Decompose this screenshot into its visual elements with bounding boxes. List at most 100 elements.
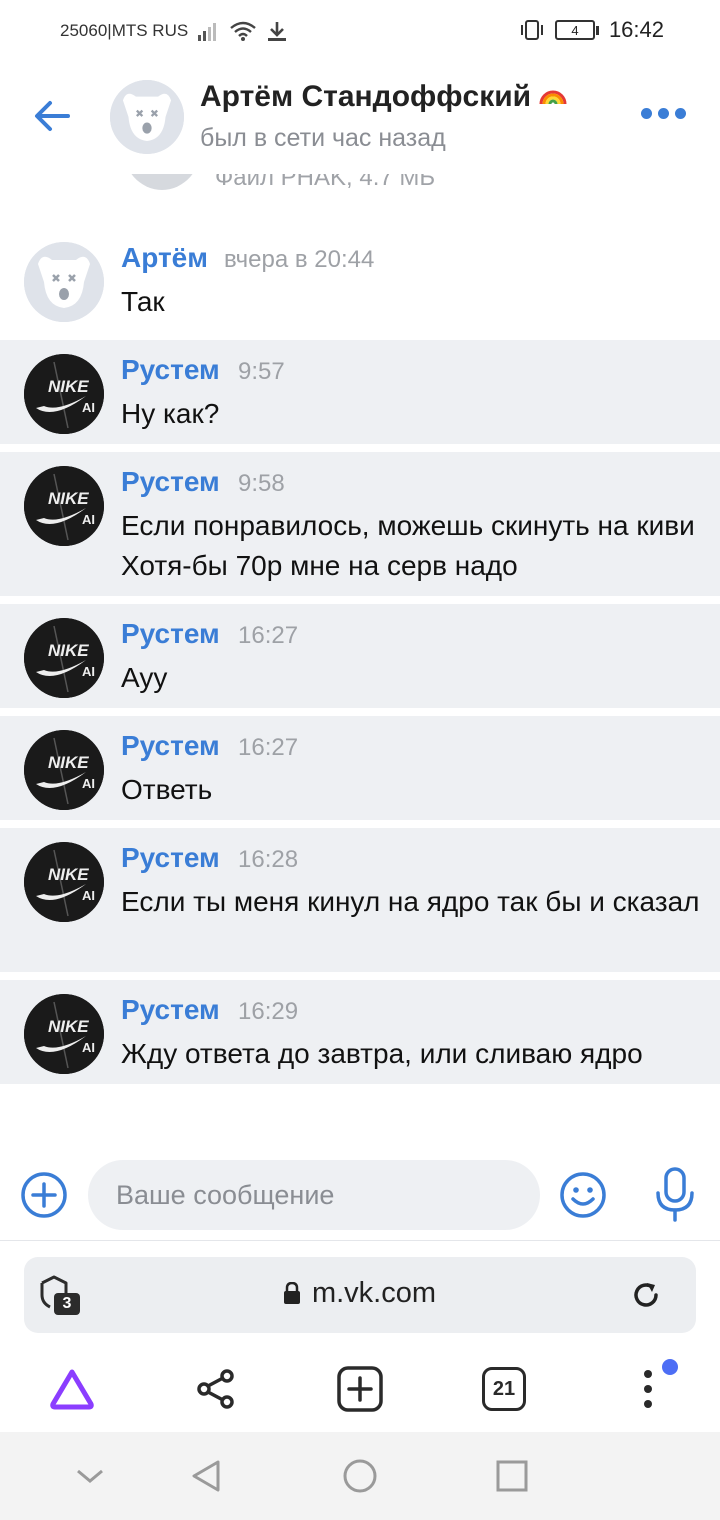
nike-logo-icon: NIKE AI	[24, 730, 104, 810]
chevron-down-icon	[77, 1469, 103, 1483]
message-item[interactable]: NIKE AI Рустем 16:29 Жду ответа до завтр…	[0, 980, 720, 1084]
message-text: Так	[121, 286, 165, 317]
svg-text:AI: AI	[82, 888, 95, 903]
emoji-button[interactable]	[558, 1170, 608, 1220]
svg-text:NIKE: NIKE	[48, 641, 89, 660]
vk-dog-icon	[24, 242, 104, 322]
svg-text:AI: AI	[82, 400, 95, 415]
nike-logo-icon: NIKE AI	[24, 354, 104, 434]
message-author[interactable]: Рустем	[121, 994, 220, 1026]
author-avatar[interactable]: NIKE AI	[24, 842, 104, 922]
back-button[interactable]	[28, 92, 76, 140]
nike-logo-icon: NIKE AI	[24, 994, 104, 1074]
tabs-button[interactable]: 21	[480, 1365, 528, 1413]
url-display[interactable]: m.vk.com	[24, 1277, 696, 1310]
message-item[interactable]: Артём вчера в 20:44 Так	[0, 228, 720, 338]
battery-icon: 4	[554, 20, 599, 40]
system-recents-button[interactable]	[492, 1456, 532, 1496]
author-avatar[interactable]: NIKE AI	[24, 730, 104, 810]
message-time: 16:27	[238, 622, 299, 649]
svg-text:NIKE: NIKE	[48, 753, 89, 772]
smile-icon	[560, 1172, 606, 1218]
reload-icon	[634, 1283, 658, 1307]
plus-circle-icon	[21, 1172, 67, 1218]
alice-button[interactable]	[48, 1365, 96, 1413]
message-composer	[0, 1150, 720, 1240]
square-recents-icon	[496, 1460, 528, 1492]
alice-assistant-icon	[50, 1369, 94, 1410]
message-time: 9:58	[238, 470, 285, 497]
system-navigation-bar	[0, 1432, 720, 1520]
svg-text:AI: AI	[82, 512, 95, 527]
message-text: Ауу	[121, 662, 168, 693]
notification-dot	[662, 1359, 678, 1375]
svg-text:NIKE: NIKE	[48, 1017, 89, 1036]
svg-text:NIKE: NIKE	[48, 489, 89, 508]
rainbow-emoji-icon	[539, 90, 567, 104]
contact-avatar[interactable]	[110, 80, 184, 154]
svg-text:AI: AI	[82, 1040, 95, 1055]
contact-status: был в сети час назад	[200, 124, 446, 152]
voice-message-button[interactable]	[652, 1166, 698, 1224]
more-options-button[interactable]	[641, 108, 686, 119]
svg-text:NIKE: NIKE	[48, 377, 89, 396]
message-author[interactable]: Рустем	[121, 354, 220, 386]
carrier-label: 25060|MTS RUS	[60, 21, 189, 40]
message-item[interactable]: NIKE AI Рустем 16:27 Ответь	[0, 716, 720, 820]
message-text: Жду ответа до завтра, или сливаю ядро	[121, 1038, 643, 1069]
share-icon	[197, 1369, 234, 1409]
address-bar[interactable]: 3 m.vk.com	[24, 1257, 696, 1333]
download-icon	[268, 22, 287, 41]
reload-button[interactable]	[630, 1279, 662, 1311]
tabs-count: 21	[482, 1367, 526, 1411]
nike-logo-icon: NIKE AI	[24, 618, 104, 698]
vibrate-icon	[520, 20, 543, 40]
wifi-icon	[230, 21, 256, 41]
chat-header: Артём Стандоффский был в сети час назад	[0, 62, 720, 174]
message-input[interactable]	[88, 1160, 540, 1230]
battery-level: 4	[554, 20, 595, 40]
system-home-button[interactable]	[340, 1456, 380, 1496]
arrow-left-icon	[35, 101, 70, 131]
message-author[interactable]: Артём	[121, 242, 208, 274]
author-avatar[interactable]: NIKE AI	[24, 994, 104, 1074]
attach-button[interactable]	[20, 1171, 68, 1219]
message-text: Если понравилось, можешь скинуть на киви…	[121, 510, 695, 581]
message-item[interactable]: NIKE AI Рустем 9:57 Ну как?	[0, 340, 720, 444]
message-item[interactable]: NIKE AI Рустем 16:28 Если ты меня кинул …	[0, 828, 720, 972]
vertical-dots-icon	[644, 1370, 652, 1408]
message-time: 9:57	[238, 358, 285, 385]
message-author[interactable]: Рустем	[121, 466, 220, 498]
lock-icon	[283, 1282, 300, 1304]
share-button[interactable]	[192, 1365, 240, 1413]
author-avatar[interactable]	[24, 242, 104, 322]
message-text: Ну как?	[121, 398, 220, 429]
svg-text:NIKE: NIKE	[48, 865, 89, 884]
author-avatar[interactable]: NIKE AI	[24, 466, 104, 546]
new-tab-button[interactable]	[336, 1365, 384, 1413]
system-back-button[interactable]	[186, 1456, 226, 1496]
message-text: Ответь	[121, 774, 213, 805]
vk-dog-icon	[110, 80, 184, 154]
browser-toolbar: 3 m.vk.com 21	[0, 1240, 720, 1432]
author-avatar[interactable]: NIKE AI	[24, 618, 104, 698]
clock: 16:42	[608, 17, 664, 42]
message-author[interactable]: Рустем	[121, 730, 220, 762]
message-item[interactable]: NIKE AI Рустем 16:27 Ауу	[0, 604, 720, 708]
author-avatar[interactable]: NIKE AI	[24, 354, 104, 434]
status-bar: 25060|MTS RUS 4 16:42	[0, 0, 720, 62]
nike-logo-icon: NIKE AI	[24, 466, 104, 546]
circle-home-icon	[343, 1459, 377, 1493]
message-item[interactable]: NIKE AI Рустем 9:58 Если понравилось, мо…	[0, 452, 720, 596]
nike-logo-icon: NIKE AI	[24, 842, 104, 922]
message-author[interactable]: Рустем	[121, 618, 220, 650]
signal-icon	[198, 23, 217, 41]
contact-name-text: Артём Стандоффский	[200, 80, 532, 113]
message-author[interactable]: Рустем	[121, 842, 220, 874]
message-time: 16:28	[238, 846, 299, 873]
svg-text:AI: AI	[82, 776, 95, 791]
hide-keyboard-button[interactable]	[70, 1456, 110, 1496]
microphone-icon	[656, 1167, 694, 1222]
url-text: m.vk.com	[311, 1277, 437, 1309]
contact-name[interactable]: Артём Стандоффский	[200, 80, 567, 114]
